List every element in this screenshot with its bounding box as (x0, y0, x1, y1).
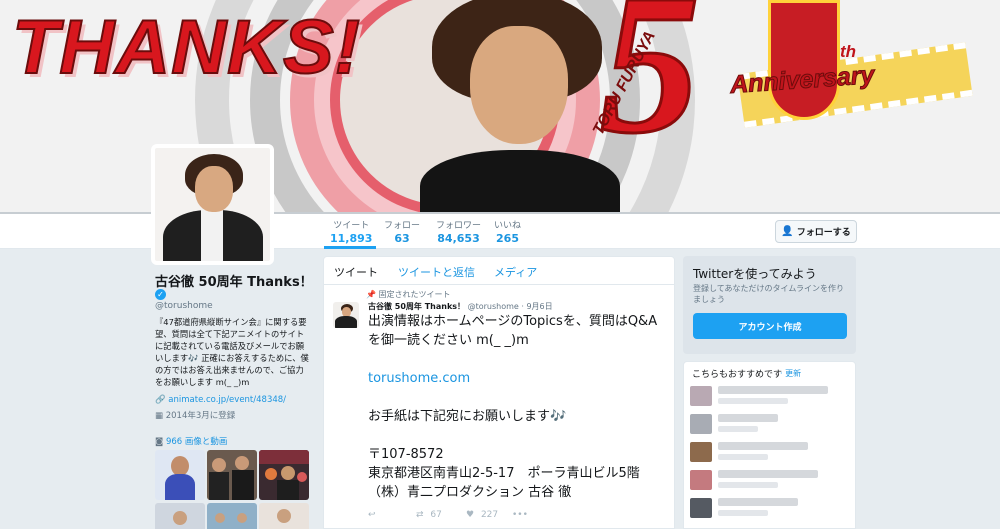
stat-followers[interactable]: フォロワー 84,653 (436, 221, 481, 244)
reply-button[interactable]: ↩ (368, 510, 376, 520)
media-link[interactable]: ◙ 966 画像と動画 (155, 435, 227, 447)
tweet-author-handle[interactable]: @torushome (468, 302, 519, 311)
timeline-tabs: ツイート ツイートと返信 メディア (324, 257, 674, 285)
tweet-header: 古谷徹 50周年 Thanks！ @torushome · 9月6日 (368, 301, 553, 312)
suggestion-avatar[interactable] (690, 470, 712, 490)
suggestion-handle (718, 510, 768, 516)
who-to-follow-title: こちらもおすすめです (692, 370, 783, 380)
tweet-text-line: 出演情報はホームページのTopicsを、質問はQ&Aを御一読ください m(_ _… (368, 314, 658, 348)
stat-value: 11,893 (330, 232, 373, 245)
stat-value: 265 (496, 232, 519, 245)
tweet-text-line: お手紙は下記宛にお願いします🎶 (368, 409, 567, 424)
suggestion-name[interactable] (718, 414, 778, 422)
profile-bio: 『47都道府県縦断サイン会』に関する要望、質問は全て下記アニメイトのサイトに記載… (155, 316, 311, 388)
more-icon: ••• (512, 510, 528, 520)
heart-icon: ♥ (466, 510, 475, 520)
tab-tweets-and-replies[interactable]: ツイートと返信 (398, 264, 475, 280)
retweet-count: 67 (430, 510, 442, 520)
media-link-text: 966 画像と動画 (165, 437, 228, 447)
banner-th: th (840, 42, 857, 61)
stat-label: フォロワー (436, 221, 482, 231)
stat-following[interactable]: フォロー 63 (384, 221, 420, 244)
profile-handle[interactable]: @torushome (155, 301, 213, 311)
profile-joined: ▦ 2014年3月に登録 (155, 409, 235, 421)
profile-link[interactable]: 🔗 animate.co.jp/event/48348/ (155, 395, 286, 405)
profile-avatar[interactable] (151, 144, 274, 265)
pinned-label: 📌 固定されたツイート (366, 289, 451, 300)
microphone-icon (768, 0, 840, 120)
profile-name[interactable]: 古谷徹 50周年 Thanks！ (155, 271, 313, 290)
signup-text: 登録してあなただけのタイムラインを作りましょう (693, 284, 844, 304)
follow-button[interactable]: 👤 フォローする (775, 220, 857, 243)
reply-icon: ↩ (368, 510, 376, 520)
joined-text: 2014年3月に登録 (165, 411, 236, 421)
stat-likes[interactable]: いいね 265 (494, 221, 521, 244)
more-button[interactable]: ••• (512, 510, 528, 520)
suggestion-avatar[interactable] (690, 414, 712, 434)
suggestion-name[interactable] (718, 470, 818, 478)
signup-title: Twitterを使ってみよう (693, 267, 817, 281)
media-thumbnail[interactable] (155, 450, 205, 500)
suggestion-name[interactable] (718, 498, 798, 506)
camera-icon: ◙ (155, 437, 164, 447)
suggestion-avatar[interactable] (690, 498, 712, 518)
tab-media[interactable]: メディア (494, 264, 537, 280)
refresh-link[interactable]: · 更新 (780, 368, 801, 379)
media-thumbnail[interactable] (259, 503, 309, 529)
banner-portrait (420, 0, 620, 212)
tweet-text-line: 〒107-8572 東京都港区南青山2-5-17 ポーラ青山ビル5階（株）青二プ… (368, 447, 640, 500)
profile-banner: THANKS! 5 TORU FURUYA Anniversary th (0, 0, 1000, 212)
retweet-icon: ⇄ (416, 510, 424, 520)
stat-label: いいね (494, 221, 522, 231)
suggestion-name[interactable] (718, 442, 808, 450)
signup-module: Twitterを使ってみよう 登録してあなただけのタイムラインを作りましょう ア… (683, 256, 856, 354)
tab-tweets[interactable]: ツイート (334, 264, 378, 280)
like-button[interactable]: ♥ 227 (466, 510, 498, 520)
who-to-follow-module: こちらもおすすめです · 更新 (683, 361, 856, 529)
media-thumbnail[interactable] (207, 503, 257, 529)
profile-link-text: animate.co.jp/event/48348/ (168, 395, 287, 405)
active-tab-indicator (324, 246, 376, 249)
link-icon: 🔗 (155, 395, 166, 405)
calendar-icon: ▦ (155, 411, 164, 421)
suggestion-avatar[interactable] (690, 386, 712, 406)
create-account-button[interactable]: アカウント作成 (693, 313, 847, 339)
add-user-icon: 👤 (781, 226, 794, 237)
music-note-icon: 🎶 (188, 353, 199, 363)
pin-icon: 📌 (366, 290, 376, 299)
retweet-button[interactable]: ⇄ 67 (416, 510, 442, 520)
stat-label: フォロー (384, 221, 421, 231)
banner-thanks-text: THANKS! (11, 4, 361, 91)
stat-value: 63 (394, 232, 410, 245)
follow-button-label: フォローする (796, 228, 851, 238)
suggestion-handle (718, 398, 788, 404)
media-thumbnail[interactable] (155, 503, 205, 529)
verified-badge-icon: ✓ (155, 289, 166, 300)
stat-tweets[interactable]: ツイート 11,893 (330, 221, 372, 244)
suggestion-avatar[interactable] (690, 442, 712, 462)
suggestion-handle (718, 482, 778, 488)
tweet-author-name[interactable]: 古谷徹 50周年 Thanks！ (368, 302, 465, 311)
stat-value: 84,653 (437, 232, 480, 245)
tweet-link[interactable]: torushome.com (368, 371, 470, 386)
pinned-label-text: 固定されたツイート (378, 290, 451, 299)
tweet-text: 出演情報はホームページのTopicsを、質問はQ&Aを御一読ください m(_ _… (368, 312, 668, 502)
tweet-date[interactable]: · 9月6日 (521, 302, 552, 311)
media-thumbnail[interactable] (259, 450, 309, 500)
suggestion-handle (718, 454, 768, 460)
media-thumbnail[interactable] (207, 450, 257, 500)
timeline: ツイート ツイートと返信 メディア 📌 固定されたツイート 古谷徹 50周年 T… (323, 256, 675, 529)
suggestion-name[interactable] (718, 386, 828, 394)
tweet-avatar[interactable] (333, 302, 359, 328)
like-count: 227 (480, 510, 499, 520)
suggestion-handle (718, 426, 758, 432)
stat-label: ツイート (333, 221, 370, 231)
